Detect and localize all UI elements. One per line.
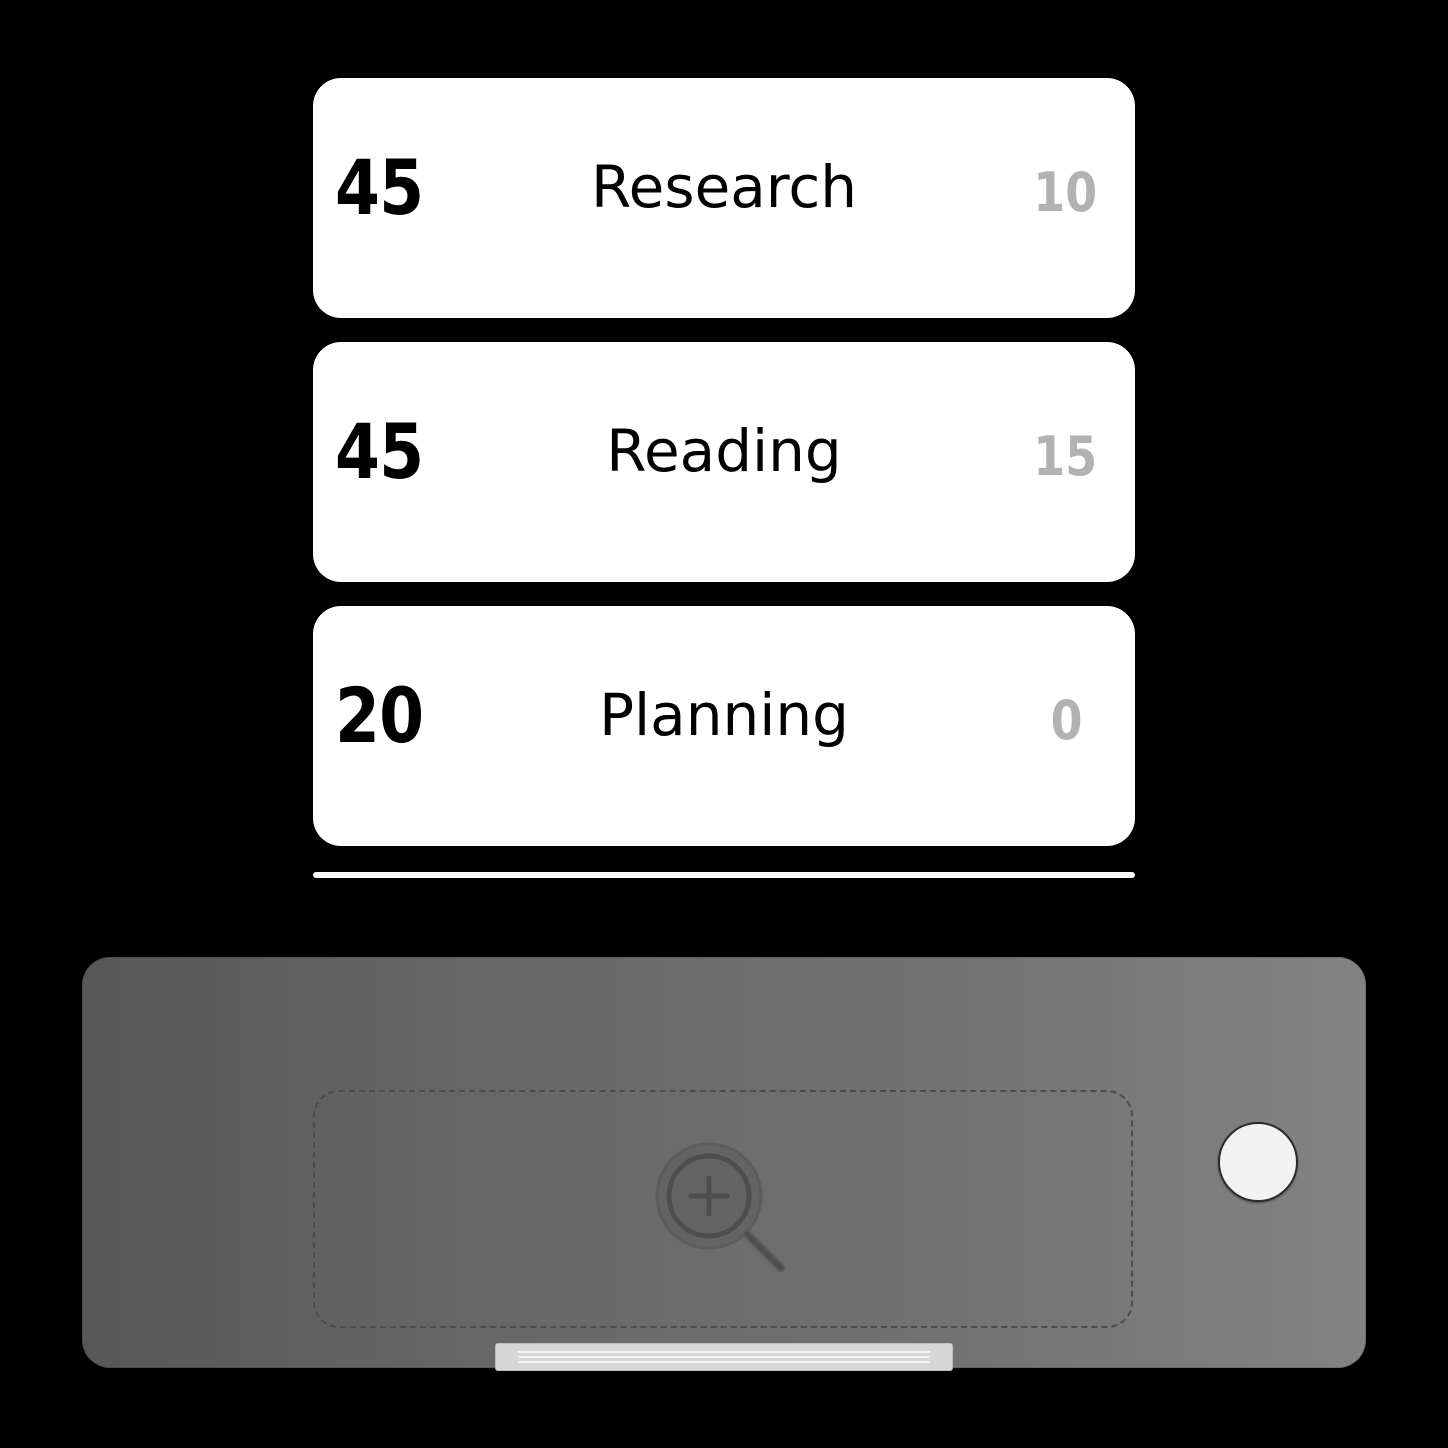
circle-button[interactable] <box>1218 1122 1298 1202</box>
task-name: Planning <box>599 681 849 749</box>
task-card-research[interactable]: 45 Research 10 <box>313 78 1135 318</box>
task-secondary-value: 0 <box>1051 689 1083 752</box>
task-card-planning[interactable]: 20 Planning 0 <box>313 606 1135 846</box>
zoom-in-icon <box>655 1142 786 1273</box>
task-secondary-value: 10 <box>1033 161 1097 224</box>
task-name: Research <box>590 153 858 221</box>
drag-handle[interactable] <box>495 1343 953 1371</box>
task-card-reading[interactable]: 45 Reading 15 <box>313 342 1135 582</box>
task-secondary-value: 15 <box>1033 425 1097 488</box>
bottom-tray <box>82 957 1366 1368</box>
drop-zone[interactable] <box>313 1090 1133 1328</box>
list-divider <box>313 872 1135 878</box>
drag-handle-line <box>518 1351 930 1353</box>
drag-handle-line <box>518 1356 930 1358</box>
task-name: Reading <box>606 417 842 485</box>
drag-handle-line <box>518 1361 930 1363</box>
